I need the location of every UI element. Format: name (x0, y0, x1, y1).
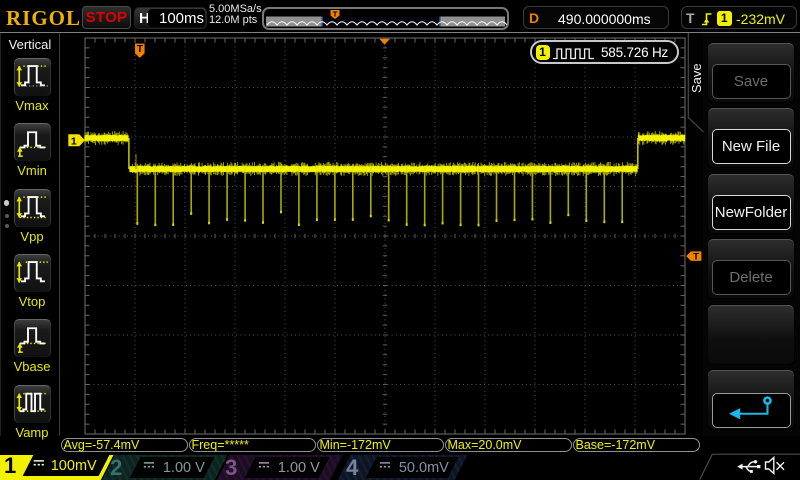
svg-text:T: T (137, 44, 143, 55)
svg-text:T: T (693, 252, 699, 263)
svg-text:1: 1 (71, 135, 77, 147)
